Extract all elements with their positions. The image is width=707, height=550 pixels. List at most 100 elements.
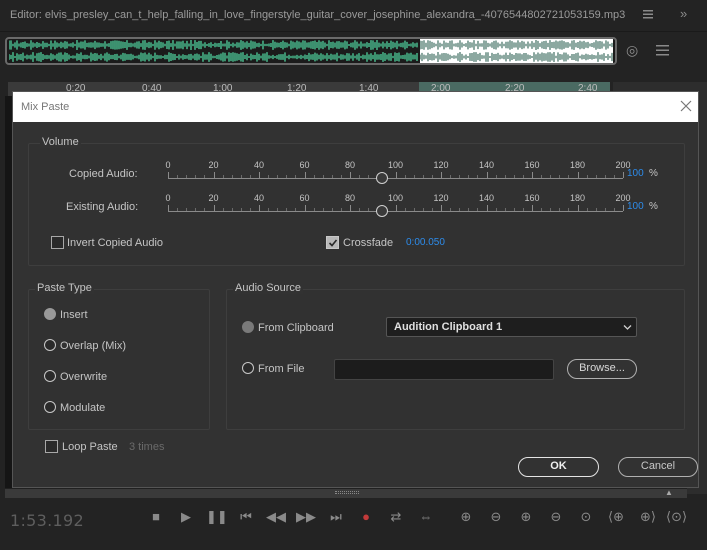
- zoom-selection-icon[interactable]: ◎: [626, 42, 638, 59]
- clipboard-select[interactable]: Audition Clipboard 1: [386, 317, 637, 337]
- browse-button[interactable]: Browse...: [567, 359, 637, 379]
- chevron-down-icon: [623, 325, 632, 330]
- slider-tick: [441, 205, 442, 211]
- crossfade-label[interactable]: Crossfade: [343, 237, 393, 249]
- copied-audio-value[interactable]: 100: [627, 168, 644, 179]
- slider-tick: [568, 175, 570, 178]
- slider-tick-label: 120: [433, 160, 449, 170]
- slider-tick: [268, 208, 270, 211]
- rewind-icon[interactable]: ◀◀: [266, 509, 286, 525]
- zoom-in-amplitude-icon[interactable]: ⊕: [456, 509, 476, 525]
- existing-audio-value[interactable]: 100: [627, 201, 644, 212]
- invert-copied-audio-checkbox[interactable]: [51, 236, 64, 249]
- zoom-in-time-icon[interactable]: ⊕: [516, 509, 536, 525]
- loop-paste-label[interactable]: Loop Paste: [62, 441, 118, 453]
- from-clipboard-label[interactable]: From Clipboard: [258, 322, 334, 334]
- slider-tick: [331, 208, 333, 211]
- zoom-selection-icon[interactable]: ⟨⊙⟩: [666, 509, 687, 525]
- ok-button[interactable]: OK: [518, 457, 599, 477]
- overview-waveform: [9, 40, 418, 62]
- slider-tick-label: 0: [165, 193, 171, 203]
- slider-tick: [322, 208, 324, 211]
- paste-type-modulate-label[interactable]: Modulate: [60, 402, 105, 414]
- slider-tick: [550, 175, 552, 178]
- slider-tick: [240, 208, 242, 211]
- slider-tick: [331, 175, 333, 178]
- slider-tick-label: 100: [387, 160, 404, 170]
- zoom-in-left-icon[interactable]: ⟨⊕: [606, 509, 626, 525]
- zoom-in-right-icon[interactable]: ⊕⟩: [638, 509, 658, 525]
- slider-tick: [177, 208, 179, 211]
- slider-tick-label: 80: [344, 160, 355, 170]
- paste-type-insert-label[interactable]: Insert: [60, 309, 88, 321]
- skip-selection-icon[interactable]: ⇔: [416, 509, 436, 524]
- skip-to-start-icon[interactable]: ⏮: [236, 509, 256, 525]
- panel-expand-icon[interactable]: »: [680, 6, 687, 21]
- invert-copied-audio-label[interactable]: Invert Copied Audio: [67, 237, 163, 249]
- copied-audio-track[interactable]: [168, 178, 623, 179]
- loop-playback-icon[interactable]: ⇄: [386, 509, 406, 525]
- slider-tick: [240, 175, 242, 178]
- from-clipboard-radio[interactable]: [242, 321, 254, 333]
- waveform-channel: [9, 52, 418, 62]
- horizontal-scrollbar[interactable]: ▲: [5, 488, 687, 498]
- panel-menu-icon[interactable]: [642, 8, 654, 20]
- copied-audio-slider[interactable]: 0 20 40 60 80 100 120 140 160 180 200: [143, 160, 631, 184]
- loop-paste-checkbox[interactable]: [45, 440, 58, 453]
- zoom-out-amplitude-icon[interactable]: ⊖: [486, 509, 506, 525]
- slider-tick: [186, 175, 188, 178]
- slider-tick: [295, 175, 297, 178]
- file-path-field[interactable]: [334, 359, 554, 380]
- waveform-channel: [9, 40, 418, 50]
- crossfade-value[interactable]: 0:00.050: [406, 237, 445, 248]
- slider-tick: [541, 175, 543, 178]
- existing-audio-slider[interactable]: 0 20 40 60 80 100 120 140 160 180 200: [143, 193, 631, 217]
- slider-tick: [177, 175, 179, 178]
- close-icon[interactable]: [678, 98, 694, 114]
- slider-tick: [213, 172, 215, 178]
- overview-visible-range[interactable]: [420, 39, 613, 63]
- skip-to-end-icon[interactable]: ⏭: [326, 509, 346, 525]
- slider-tick: [204, 208, 206, 211]
- paste-type-modulate-radio[interactable]: [44, 401, 56, 413]
- zoom-out-full-icon[interactable]: ⊙: [576, 509, 596, 525]
- fast-forward-icon[interactable]: ▶▶: [296, 509, 316, 525]
- list-icon[interactable]: [656, 44, 669, 57]
- mix-paste-dialog: Mix Paste Volume Copied Audio: 0 20 40 60 80…: [12, 91, 699, 488]
- slider-tick: [195, 208, 197, 211]
- scroll-grip[interactable]: [335, 491, 359, 494]
- paste-type-overlap-label[interactable]: Overlap (Mix): [60, 340, 126, 352]
- cancel-button[interactable]: Cancel: [618, 457, 698, 477]
- waveform-channel: [420, 52, 613, 62]
- dialog-titlebar[interactable]: Mix Paste: [13, 92, 698, 122]
- slider-tick: [486, 172, 488, 178]
- stop-icon[interactable]: ■: [146, 509, 166, 524]
- copied-audio-label: Copied Audio:: [69, 168, 138, 180]
- existing-audio-track[interactable]: [168, 211, 623, 212]
- existing-audio-slider-thumb[interactable]: [376, 205, 388, 217]
- pause-icon[interactable]: ❚❚: [206, 509, 228, 525]
- paste-type-overwrite-label[interactable]: Overwrite: [60, 371, 107, 383]
- crossfade-checkbox[interactable]: [326, 236, 339, 249]
- slider-tick: [431, 208, 433, 211]
- waveform-overview[interactable]: [5, 37, 617, 65]
- record-icon[interactable]: ●: [356, 509, 376, 524]
- zoom-out-time-icon[interactable]: ⊖: [546, 509, 566, 525]
- paste-type-insert-radio[interactable]: [44, 308, 56, 320]
- slider-tick: [413, 175, 415, 178]
- copied-audio-slider-thumb[interactable]: [376, 172, 388, 184]
- slider-tick: [459, 175, 461, 178]
- scroll-up-icon[interactable]: ▲: [665, 488, 673, 497]
- slider-tick: [213, 205, 215, 211]
- paste-type-overwrite-radio[interactable]: [44, 370, 56, 382]
- paste-type-overlap-radio[interactable]: [44, 339, 56, 351]
- slider-tick: [195, 175, 197, 178]
- slider-tick: [532, 172, 533, 178]
- loop-times-value[interactable]: 3 times: [129, 441, 164, 453]
- from-file-radio[interactable]: [242, 362, 254, 374]
- slider-tick: [586, 175, 588, 178]
- play-icon[interactable]: ▶: [176, 509, 196, 525]
- slider-tick-label: 120: [433, 193, 449, 203]
- from-file-label[interactable]: From File: [258, 363, 304, 375]
- slider-tick: [513, 208, 515, 211]
